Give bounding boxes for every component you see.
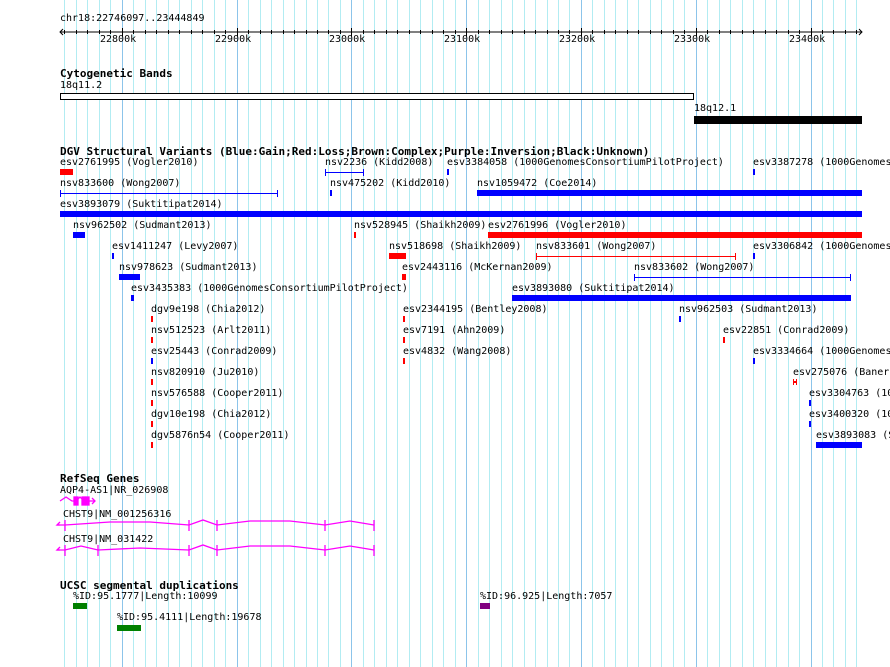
genome-browser-panel: chr18:22746097..23444849 22800k 22900k 230… bbox=[0, 0, 890, 667]
segdup-feature[interactable] bbox=[117, 625, 141, 631]
segdup-feature[interactable] bbox=[480, 603, 490, 609]
segdup-label: %ID:96.925|Length:7057 bbox=[480, 591, 613, 602]
gene-aqp4-as1 bbox=[59, 496, 96, 506]
segdup-label: %ID:95.4111|Length:19678 bbox=[117, 612, 262, 623]
gene-models[interactable] bbox=[0, 0, 890, 667]
gene-chst9-nm-001256316 bbox=[55, 519, 375, 531]
segdup-feature[interactable] bbox=[73, 603, 87, 609]
segdup-label: %ID:95.1777|Length:10099 bbox=[73, 591, 218, 602]
gene-chst9-nm-031422 bbox=[55, 544, 375, 556]
